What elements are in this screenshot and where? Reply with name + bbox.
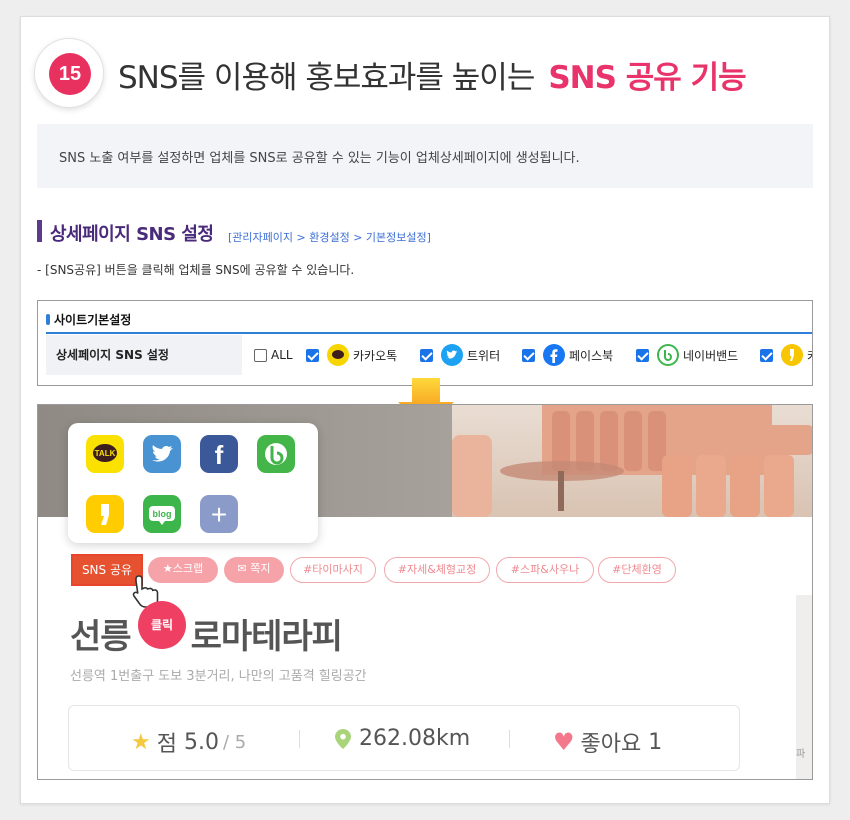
checkbox-kakaotalk[interactable] — [306, 348, 319, 362]
breadcrumb[interactable]: [관리자페이지 > 환경설정 > 기본정보설정] — [228, 229, 431, 245]
option-naver-band[interactable]: 네이버밴드 — [636, 341, 738, 369]
stat-divider — [509, 730, 510, 748]
rating-label: 점 — [156, 732, 177, 757]
settings-row-label: 상세페이지 SNS 설정 — [46, 335, 242, 375]
map-preview[interactable]: 파 — [796, 595, 812, 779]
step-number-badge: 15 — [34, 38, 104, 108]
message-button[interactable]: ✉ 쪽지 — [224, 557, 284, 583]
rating-stat: ★ 점 5.0 / 5 — [131, 726, 246, 758]
shop-name-left: 선릉 — [70, 617, 132, 657]
likes-label: 좋아요 — [580, 732, 642, 757]
option-label: 카카오톡 — [353, 348, 398, 363]
section-marker — [37, 220, 42, 242]
message-label: 쪽지 — [250, 562, 271, 575]
naver-band-icon[interactable] — [257, 435, 295, 473]
step-number: 15 — [49, 53, 91, 95]
kakaotalk-icon — [327, 344, 349, 366]
blog-icon[interactable]: blog — [143, 495, 181, 533]
kakaostory-icon — [781, 344, 803, 366]
checkbox-twitter[interactable] — [420, 348, 433, 362]
option-label: 페이스북 — [569, 348, 614, 363]
checkbox-kakaostory[interactable] — [760, 348, 773, 362]
checkbox-naver-band[interactable] — [636, 348, 649, 362]
lounge-photo — [452, 405, 812, 517]
click-badge: 클릭 — [138, 601, 186, 649]
settings-header: 사이트기본설정 — [46, 311, 131, 328]
page-title: SNS를 이용해 홍보효과를 높이는 SNS 공유 기능 — [118, 52, 747, 97]
likes-count: 1 — [648, 729, 663, 755]
star-icon: ★ — [162, 562, 173, 575]
option-kakaostory[interactable]: 카 — [760, 341, 812, 369]
kakaotalk-icon[interactable]: TALK — [86, 435, 124, 473]
option-twitter[interactable]: 트위터 — [420, 341, 500, 369]
rating-value: 5.0 — [183, 729, 219, 755]
heart-icon: ♥ — [553, 728, 575, 756]
svg-text:+: + — [211, 499, 227, 530]
detail-page-preview: TALK f blog + SNS 공유 ★스크랩 ✉ 쪽지 #타이마사지 #자… — [37, 404, 813, 780]
svg-text:f: f — [215, 440, 224, 470]
kakaostory-icon[interactable] — [86, 495, 124, 533]
star-icon: ★ — [131, 729, 151, 755]
twitter-icon — [441, 344, 463, 366]
plus-icon[interactable]: + — [200, 495, 238, 533]
description-text: SNS 노출 여부를 설정하면 업체를 SNS로 공유할 수 있는 기능이 업체… — [59, 151, 580, 166]
shop-name-right: 로마테라피 — [190, 617, 343, 657]
shop-description: 선릉역 1번출구 도보 3분거리, 나만의 고품격 힐링공간 — [70, 669, 367, 684]
stat-divider — [299, 730, 300, 748]
hashtag[interactable]: #스파&사우나 — [496, 557, 594, 583]
svg-text:blog: blog — [153, 509, 172, 519]
option-label: ALL — [271, 348, 293, 362]
section-note: - [SNS공유] 버튼을 클릭해 업체를 SNS에 공유할 수 있습니다. — [37, 263, 355, 277]
settings-divider — [46, 332, 812, 334]
title-text: SNS를 이용해 홍보효과를 높이는 — [118, 60, 535, 96]
stats-bar: ★ 점 5.0 / 5 262.08km ♥ 좋아요 1 — [68, 705, 740, 771]
description-box: SNS 노출 여부를 설정하면 업체를 SNS로 공유할 수 있는 기능이 업체… — [37, 124, 813, 188]
hashtag[interactable]: #자세&체형교정 — [384, 557, 490, 583]
title-highlight: SNS 공유 기능 — [548, 60, 746, 96]
option-all[interactable]: ALL — [254, 341, 293, 369]
scrap-label: 스크랩 — [172, 562, 204, 575]
option-facebook[interactable]: 페이스북 — [522, 341, 613, 369]
facebook-icon[interactable]: f — [200, 435, 238, 473]
section-title: 상세페이지 SNS 설정 — [50, 224, 214, 245]
distance-value: 262.08km — [359, 726, 471, 751]
option-label: 트위터 — [467, 348, 501, 363]
option-label: 카 — [807, 347, 812, 364]
location-pin-icon — [335, 728, 351, 749]
share-popup: TALK f blog + — [68, 423, 318, 543]
distance-stat: 262.08km — [335, 726, 470, 751]
option-kakaotalk[interactable]: 카카오톡 — [306, 341, 397, 369]
map-text: 파 — [796, 749, 806, 760]
shop-name: 선릉 로마테라피 — [70, 609, 343, 658]
hashtag[interactable]: #단체환영 — [598, 557, 676, 583]
svg-text:TALK: TALK — [95, 449, 116, 458]
hashtag[interactable]: #타이마사지 — [290, 557, 376, 583]
checkbox-all[interactable] — [254, 348, 267, 362]
settings-panel: 사이트기본설정 상세페이지 SNS 설정 ALL 카카오톡 트위터 페이스북 네… — [37, 300, 813, 386]
checkbox-facebook[interactable] — [522, 348, 535, 362]
likes-stat[interactable]: ♥ 좋아요 1 — [553, 726, 662, 758]
option-label: 네이버밴드 — [683, 348, 739, 363]
naver-band-icon — [657, 344, 679, 366]
twitter-icon[interactable] — [143, 435, 181, 473]
envelope-icon: ✉ — [237, 562, 251, 575]
facebook-icon — [543, 344, 565, 366]
rating-max: / 5 — [222, 731, 247, 753]
